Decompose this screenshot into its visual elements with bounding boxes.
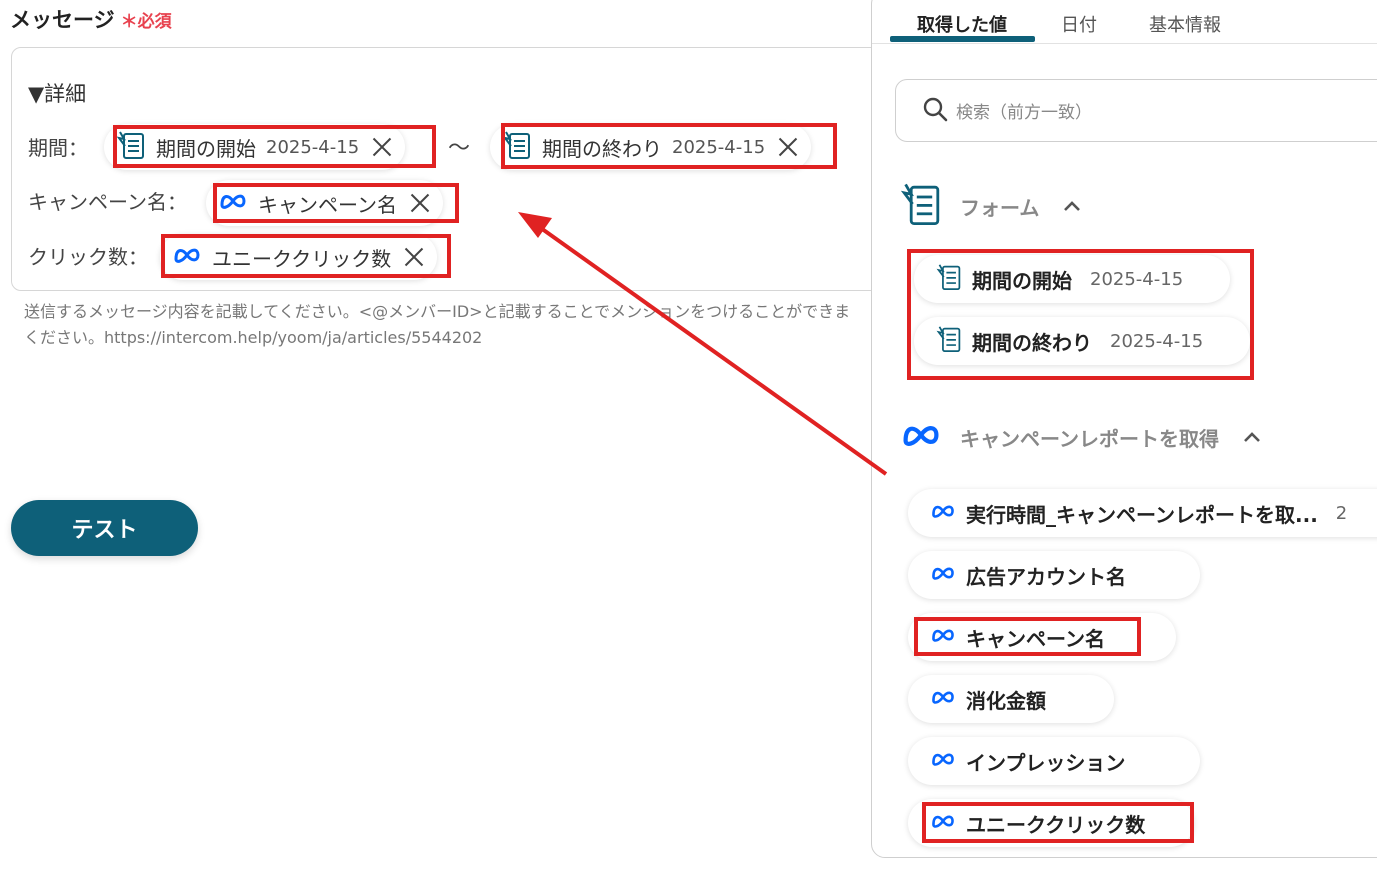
meta-logo-icon [930,688,956,710]
period-end-token[interactable]: 期間の終わり 2025-4-15 [490,124,812,170]
item-value: 2025-4-15 [1110,330,1204,352]
meta-logo-icon [218,191,248,216]
list-item[interactable]: キャンペーン名 [908,613,1176,661]
item-label: 広告アカウント名 [966,564,1126,589]
tab-date[interactable]: 日付 [1061,11,1097,54]
tab-acquired-values[interactable]: 取得した値 [917,11,1007,54]
section-campaign-report-header[interactable]: キャンペーンレポートを取得 [900,421,1261,453]
detail-toggle[interactable]: ▼詳細 [28,78,86,108]
meta-logo-icon [900,421,942,453]
meta-logo-icon [930,502,956,524]
token-label: キャンペーン名 [258,192,397,217]
meta-logo-icon [930,750,956,772]
chevron-up-icon[interactable] [1243,428,1261,447]
field-title: メッセージ [10,8,115,32]
test-button[interactable]: テスト [11,500,198,556]
campaign-label: キャンペーン名： [28,190,187,214]
section-form-header[interactable]: フォーム [900,181,1081,231]
form-icon [936,325,962,357]
search-placeholder: 検索（前方一致） [956,103,1092,123]
message-field-label: メッセージ ＊必須 [10,4,172,34]
search-icon [922,96,948,126]
active-tab-indicator [890,36,1035,42]
token-value: 2025-4-15 [672,136,766,158]
form-icon [936,263,962,295]
close-icon[interactable] [409,192,431,214]
form-icon [116,130,146,165]
list-item[interactable]: 消化金額 [908,675,1114,723]
token-label: ユニーククリック数 [212,246,392,271]
list-item[interactable]: 広告アカウント名 [908,551,1200,599]
meta-logo-icon [930,812,956,834]
list-item[interactable]: 実行時間_キャンペーンレポートを取... 2 [908,489,1377,537]
item-label: 期間の終わり [972,330,1092,355]
form-icon [900,181,942,231]
list-item[interactable]: ユニーククリック数 [908,799,1194,847]
meta-logo-icon [172,245,202,270]
item-value: 2 [1335,502,1348,524]
form-icon [502,130,532,165]
list-item[interactable]: 期間の終わり 2025-4-15 [914,317,1250,365]
token-label: 期間の開始 [156,136,256,161]
close-icon[interactable] [403,246,425,268]
token-value: 2025-4-15 [266,136,360,158]
campaign-name-token[interactable]: キャンペーン名 [206,180,443,226]
section-name: キャンペーンレポートを取得 [960,426,1219,451]
range-separator: 〜 [448,136,471,161]
close-icon[interactable] [777,136,799,158]
item-label: 期間の開始 [972,268,1072,293]
item-label: キャンペーン名 [966,626,1105,651]
item-label: 消化金額 [966,688,1046,713]
required-badge: ＊必須 [120,12,172,32]
period-label: 期間： [28,136,88,160]
output-panel: 取得した値 日付 基本情報 検索（前方一致） フォーム 期間の開始 2025-4… [871,0,1377,858]
item-label: 実行時間_キャンペーンレポートを取... [966,502,1318,527]
tab-basic-info[interactable]: 基本情報 [1149,11,1221,54]
unique-clicks-token[interactable]: ユニーククリック数 [160,234,438,280]
period-start-token[interactable]: 期間の開始 2025-4-15 [104,124,406,170]
item-label: ユニーククリック数 [966,812,1146,837]
token-label: 期間の終わり [542,136,662,161]
list-item[interactable]: 期間の開始 2025-4-15 [914,255,1230,303]
click-label: クリック数： [28,245,148,269]
item-label: インプレッション [966,750,1126,775]
chevron-up-icon[interactable] [1063,197,1081,216]
help-text: 送信するメッセージ内容を記載してください。<@メンバーID>と記載することでメン… [24,299,869,351]
meta-logo-icon [930,564,956,586]
close-icon[interactable] [371,136,393,158]
meta-logo-icon [930,626,956,648]
item-value: 2025-4-15 [1090,268,1184,290]
help-line-2: ください。https://intercom.help/yoom/ja/artic… [24,328,483,347]
search-input[interactable]: 検索（前方一致） [895,79,1377,142]
section-name: フォーム [960,195,1040,220]
help-line-1: 送信するメッセージ内容を記載してください。<@メンバーID>と記載することでメン… [24,302,851,321]
list-item[interactable]: インプレッション [908,737,1200,785]
